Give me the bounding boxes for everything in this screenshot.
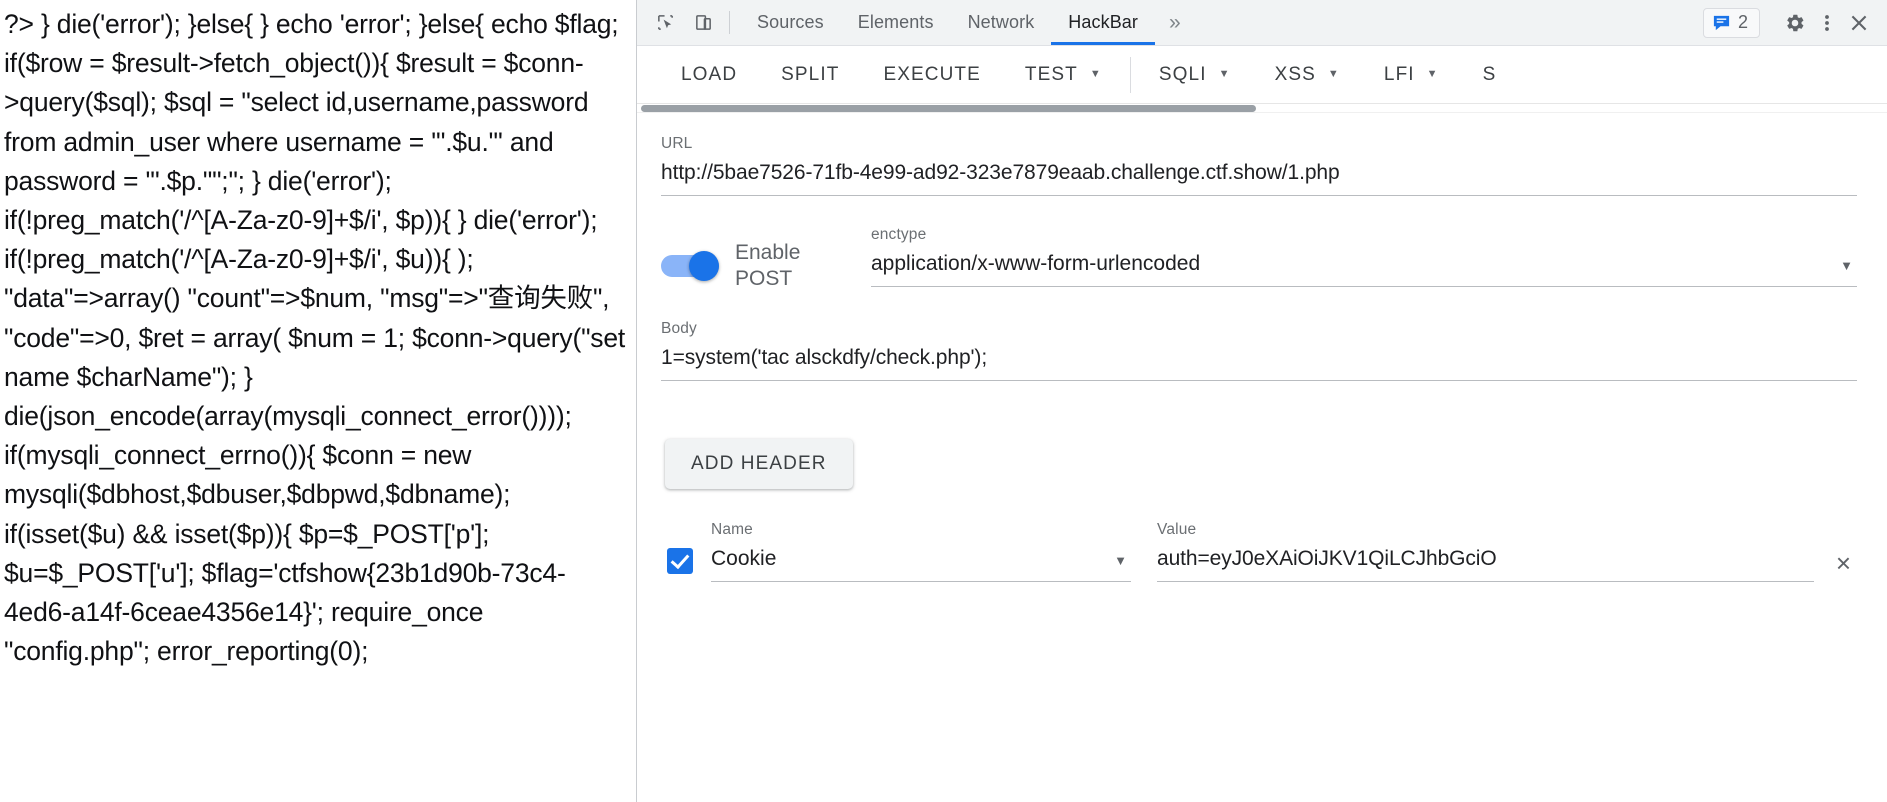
tab-hackbar-label: HackBar xyxy=(1068,12,1139,32)
tab-elements-label: Elements xyxy=(857,12,934,32)
toolbar-scrollbar-track[interactable] xyxy=(637,104,1887,113)
devtools-tab-list: Sources Elements Network HackBar xyxy=(740,0,1155,45)
header-value-label: Value xyxy=(1157,521,1197,538)
test-menu-button[interactable]: TEST ▼ xyxy=(1003,46,1124,103)
enctype-select[interactable]: application/x-www-form-urlencoded xyxy=(871,252,1857,287)
chevron-double-right-icon: » xyxy=(1169,10,1181,34)
chevron-down-icon: ▼ xyxy=(1327,68,1340,80)
header-enabled-wrap xyxy=(661,548,711,582)
php-source-dump: ?> } die('error'); }else{ } echo 'error'… xyxy=(4,9,626,667)
header-value-input[interactable]: auth=eyJ0eXAiOiJKV1QiLCJhbGciO xyxy=(1157,547,1814,582)
header-enabled-checkbox[interactable] xyxy=(667,548,693,574)
hackbar-action-toolbar: LOAD SPLIT EXECUTE TEST ▼ SQLI ▼ XSS ▼ L… xyxy=(637,46,1887,104)
add-header-button[interactable]: ADD HEADER xyxy=(665,439,853,489)
more-tabs-icon[interactable]: » xyxy=(1155,0,1195,45)
header-name-label: Name xyxy=(711,521,753,538)
tab-elements[interactable]: Elements xyxy=(841,0,951,45)
browser-page-viewport: ?> } die('error'); }else{ } echo 'error'… xyxy=(0,0,637,802)
tab-sources-label: Sources xyxy=(757,12,824,32)
devtools-tabbar: Sources Elements Network HackBar » 2 xyxy=(637,0,1887,46)
ssrf-menu-button[interactable]: S xyxy=(1461,46,1519,103)
devtools-panel: Sources Elements Network HackBar » 2 LOA… xyxy=(637,0,1887,802)
xss-menu-label: XSS xyxy=(1274,63,1316,85)
header-row: Name Cookie ▼ Value auth=eyJ0eXAiOiJKV1Q… xyxy=(661,521,1857,582)
devtools-right-controls: 2 xyxy=(1702,0,1887,45)
close-icon[interactable] xyxy=(1845,9,1873,37)
url-input[interactable]: http://5bae7526-71fb-4e99-ad92-323e7879e… xyxy=(661,161,1857,196)
body-label: Body xyxy=(661,320,697,337)
tab-network-label: Network xyxy=(967,12,1035,32)
tabbar-separator xyxy=(729,11,730,34)
gear-icon[interactable] xyxy=(1781,9,1809,37)
chevron-down-icon: ▼ xyxy=(1089,68,1102,80)
lfi-menu-label: LFI xyxy=(1383,63,1415,85)
load-button[interactable]: LOAD xyxy=(637,46,759,103)
screen-root: ?> } die('error'); }else{ } echo 'error'… xyxy=(0,0,1887,802)
inspect-element-icon[interactable] xyxy=(651,9,679,37)
remove-header-glyph: × xyxy=(1835,548,1851,578)
add-header-label: ADD HEADER xyxy=(691,453,827,474)
enctype-field: enctype application/x-www-form-urlencode… xyxy=(871,226,1857,287)
more-options-icon[interactable] xyxy=(1813,9,1841,37)
tab-hackbar[interactable]: HackBar xyxy=(1051,0,1155,45)
header-name-field: Name Cookie ▼ xyxy=(711,521,1131,582)
device-toolbar-icon[interactable] xyxy=(689,9,717,37)
enable-post-group: Enable POST xyxy=(661,226,861,292)
xss-menu-button[interactable]: XSS ▼ xyxy=(1253,46,1362,103)
body-field: Body 1=system('tac alsckdfy/check.php'); xyxy=(661,320,1857,381)
lfi-menu-button[interactable]: LFI ▼ xyxy=(1362,46,1461,103)
remove-header-icon[interactable]: × xyxy=(1814,550,1857,582)
enable-post-label: Enable POST xyxy=(735,241,801,290)
enctype-label: enctype xyxy=(871,226,927,243)
sqli-menu-label: SQLI xyxy=(1158,63,1207,85)
execute-button[interactable]: EXECUTE xyxy=(861,46,1002,103)
ssrf-menu-label: S xyxy=(1482,63,1497,85)
toggle-knob xyxy=(689,251,719,281)
toolbar-scrollbar-thumb[interactable] xyxy=(641,105,1256,112)
enable-post-toggle[interactable] xyxy=(661,251,719,281)
chevron-down-icon: ▼ xyxy=(1426,68,1439,80)
load-button-label: LOAD xyxy=(681,63,738,85)
sqli-menu-button[interactable]: SQLI ▼ xyxy=(1137,46,1253,103)
test-menu-label: TEST xyxy=(1024,63,1078,85)
toolbar-separator xyxy=(1129,56,1131,93)
tab-sources[interactable]: Sources xyxy=(740,0,841,45)
body-input[interactable]: 1=system('tac alsckdfy/check.php'); xyxy=(661,346,1857,381)
message-bubble-icon xyxy=(1713,15,1730,31)
chevron-down-icon: ▼ xyxy=(1218,68,1231,80)
url-label: URL xyxy=(661,135,693,152)
split-button-label: SPLIT xyxy=(781,63,840,85)
hackbar-form: URL http://5bae7526-71fb-4e99-ad92-323e7… xyxy=(637,113,1887,802)
message-count: 2 xyxy=(1737,12,1748,32)
console-messages-badge[interactable]: 2 xyxy=(1702,7,1760,38)
execute-button-label: EXECUTE xyxy=(883,63,981,85)
post-row: Enable POST enctype application/x-www-fo… xyxy=(661,226,1857,292)
split-button[interactable]: SPLIT xyxy=(759,46,861,103)
devtools-tool-icons xyxy=(637,0,723,45)
header-name-input[interactable]: Cookie xyxy=(711,547,1131,582)
tab-network[interactable]: Network xyxy=(951,0,1052,45)
url-field: URL http://5bae7526-71fb-4e99-ad92-323e7… xyxy=(661,135,1857,196)
header-value-field: Value auth=eyJ0eXAiOiJKV1QiLCJhbGciO xyxy=(1157,521,1814,582)
